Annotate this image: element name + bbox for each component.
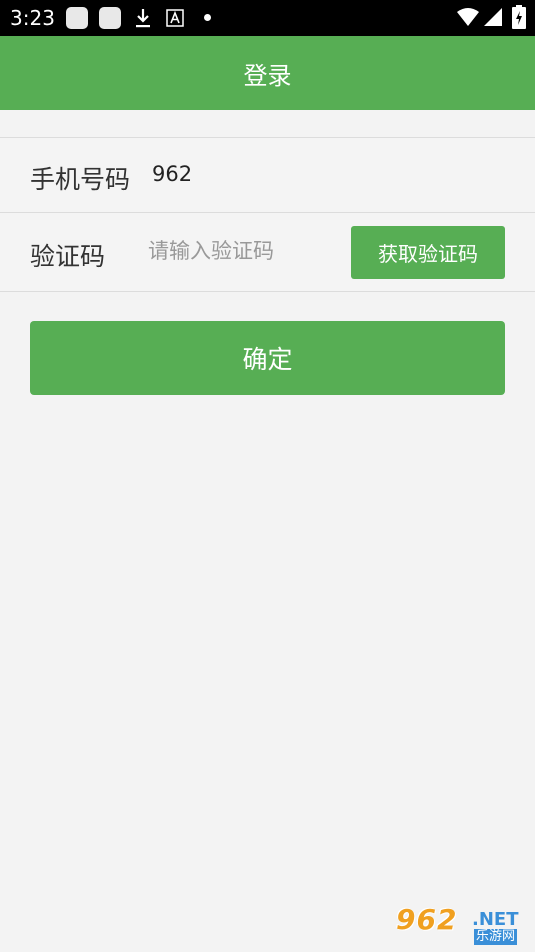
code-label: 验证码 (30, 242, 106, 271)
verification-code-input[interactable] (148, 239, 338, 263)
watermark-number: 962 (396, 903, 458, 936)
get-code-button[interactable]: 获取验证码 (351, 226, 505, 279)
code-row: 验证码 获取验证码 (0, 213, 535, 292)
more-notifications-dot-icon (204, 14, 211, 21)
confirm-button[interactable]: 确定 (30, 321, 505, 395)
watermark-name: 乐游网 (474, 929, 518, 945)
signal-icon (484, 8, 502, 26)
phone-input[interactable] (152, 162, 332, 186)
watermark-logo: 962 .NET 乐游网 (396, 903, 530, 947)
status-bar: 3:23 (0, 0, 535, 36)
phone-row: 手机号码 (0, 138, 535, 213)
battery-icon (512, 5, 526, 29)
watermark-suffix: .NET (472, 909, 519, 930)
page-title: 登录 (243, 61, 292, 90)
status-time: 3:23 (10, 6, 55, 30)
download-icon (136, 9, 150, 28)
wifi-icon (457, 8, 479, 26)
login-form: 手机号码 验证码 获取验证码 (0, 137, 535, 292)
text-a-icon (166, 9, 184, 27)
app-bar: 登录 (0, 36, 535, 110)
notification-app-icon (99, 7, 121, 29)
phone-label: 手机号码 (30, 165, 131, 194)
notification-app-icon (66, 7, 88, 29)
